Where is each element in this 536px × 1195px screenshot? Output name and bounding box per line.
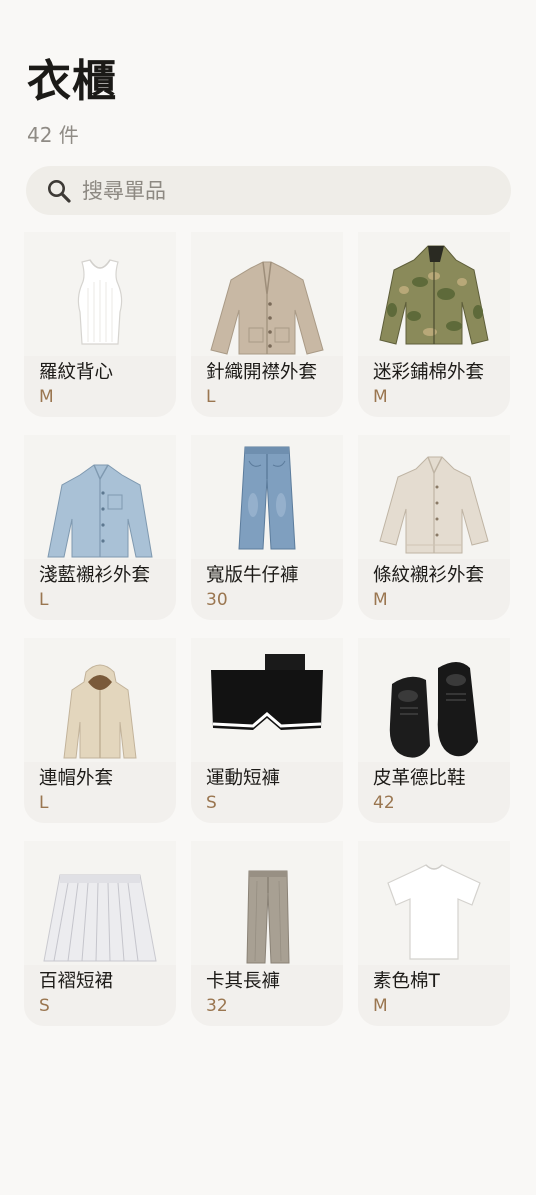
item-name: 皮革德比鞋 bbox=[373, 768, 466, 789]
item-name: 素色棉T bbox=[373, 971, 440, 992]
item-image bbox=[191, 638, 343, 762]
item-name: 運動短褲 bbox=[206, 768, 281, 789]
item-image bbox=[358, 841, 510, 965]
item-size: S bbox=[206, 793, 217, 813]
item-image bbox=[191, 232, 343, 356]
page-title: 衣櫃 bbox=[27, 56, 117, 107]
item-size: 32 bbox=[206, 996, 228, 1016]
clothing-card[interactable]: 卡其長褲 32 bbox=[191, 841, 343, 1026]
clothing-card[interactable]: 百褶短裙 S bbox=[24, 841, 176, 1026]
item-image bbox=[358, 638, 510, 762]
pleated-skirt-icon bbox=[43, 874, 157, 962]
blue-shirt-jacket-icon bbox=[47, 464, 153, 558]
item-name: 針織開襟外套 bbox=[206, 362, 318, 383]
item-size: L bbox=[39, 793, 49, 813]
clothing-card[interactable]: 運動短褲 S bbox=[191, 638, 343, 823]
item-name: 卡其長褲 bbox=[206, 971, 281, 992]
item-count: 42 件 bbox=[27, 123, 79, 147]
item-size: 42 bbox=[373, 793, 395, 813]
jeans-icon bbox=[238, 446, 296, 550]
cardigan-icon bbox=[210, 261, 324, 355]
plain-tshirt-icon bbox=[387, 864, 481, 960]
khaki-trousers-icon bbox=[246, 870, 290, 964]
item-image bbox=[24, 435, 176, 559]
clothing-card[interactable]: 連帽外套 L bbox=[24, 638, 176, 823]
item-image bbox=[358, 435, 510, 559]
item-image bbox=[24, 638, 176, 762]
sport-shorts-icon bbox=[211, 654, 323, 730]
item-image bbox=[191, 435, 343, 559]
item-name: 迷彩鋪棉外套 bbox=[373, 362, 485, 383]
search-bar[interactable] bbox=[26, 166, 511, 215]
item-size: M bbox=[373, 996, 388, 1016]
clothing-card[interactable]: 條紋襯衫外套 M bbox=[358, 435, 510, 620]
clothing-card[interactable]: 寬版牛仔褲 30 bbox=[191, 435, 343, 620]
search-icon bbox=[48, 179, 71, 203]
clothing-card[interactable]: 淺藍襯衫外套 L bbox=[24, 435, 176, 620]
item-image bbox=[24, 841, 176, 965]
item-name: 淺藍襯衫外套 bbox=[39, 565, 151, 586]
camo-jacket-icon bbox=[379, 245, 489, 345]
item-image bbox=[24, 232, 176, 356]
search-input[interactable] bbox=[80, 177, 464, 204]
clothing-card[interactable]: 素色棉T M bbox=[358, 841, 510, 1026]
item-name: 百褶短裙 bbox=[39, 971, 114, 992]
item-image bbox=[191, 841, 343, 965]
item-name: 羅紋背心 bbox=[39, 362, 114, 383]
item-name: 連帽外套 bbox=[39, 768, 114, 789]
striped-shirt-jacket-icon bbox=[379, 456, 489, 554]
derby-shoes-icon bbox=[389, 662, 478, 758]
item-size: S bbox=[39, 996, 50, 1016]
item-size: 30 bbox=[206, 590, 228, 610]
hooded-jacket-icon bbox=[63, 664, 137, 759]
clothing-card[interactable]: 迷彩鋪棉外套 M bbox=[358, 232, 510, 417]
item-size: L bbox=[39, 590, 49, 610]
item-size: M bbox=[373, 590, 388, 610]
item-size: L bbox=[206, 387, 216, 407]
item-size: M bbox=[373, 387, 388, 407]
clothing-card[interactable]: 皮革德比鞋 42 bbox=[358, 638, 510, 823]
clothing-card[interactable]: 針織開襟外套 L bbox=[191, 232, 343, 417]
item-name: 條紋襯衫外套 bbox=[373, 565, 485, 586]
clothing-card[interactable]: 羅紋背心 M bbox=[24, 232, 176, 417]
tank-top-icon bbox=[77, 259, 123, 345]
item-size: M bbox=[39, 387, 54, 407]
item-name: 寬版牛仔褲 bbox=[206, 565, 299, 586]
item-image bbox=[358, 232, 510, 356]
